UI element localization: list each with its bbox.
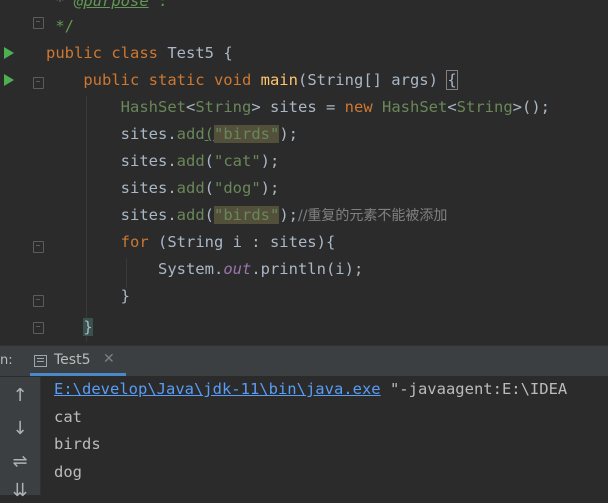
code-text: sites. [120, 152, 177, 170]
console-output-line: dog [54, 463, 82, 481]
code-text: ); [279, 206, 298, 224]
method-name: main [260, 71, 298, 89]
code-text: ( [204, 125, 214, 143]
soft-wrap-icon[interactable]: ⇌ [8, 450, 32, 474]
close-icon[interactable]: ✕ [103, 351, 115, 367]
method-call: add [176, 125, 205, 143]
up-arrow-icon[interactable]: ↑ [8, 384, 32, 408]
code-text: .println(i); [251, 260, 364, 278]
doc-comment-end: */ [46, 17, 74, 35]
string-literal: "cat" [214, 152, 261, 170]
code-text: ( [297, 71, 308, 89]
code-text: System. [157, 260, 224, 278]
code-line[interactable]: */ [0, 13, 74, 40]
method-call: add [176, 206, 205, 224]
code-text: ( [204, 152, 214, 170]
keyword: new [344, 98, 373, 116]
method-call: add [176, 179, 205, 197]
doc-comment: : [148, 0, 168, 10]
code-text: ( [204, 206, 214, 224]
brace-match: { [446, 70, 458, 90]
console-icon [34, 355, 47, 367]
type-name: String [307, 71, 364, 89]
console-output-line: birds [54, 435, 101, 453]
console-command-line: E:\develop\Java\jdk-11\bin\java.exe "-ja… [54, 380, 567, 398]
closing-brace: } [83, 318, 93, 336]
code-text: ); [260, 179, 280, 197]
code-text: ); [260, 152, 280, 170]
method-call: add [176, 152, 205, 170]
closing-brace: } [120, 287, 130, 305]
code-line[interactable]: sites.add("dog"); [0, 175, 280, 202]
string-literal: "birds" [214, 206, 280, 224]
type-name: HashSet [382, 98, 448, 116]
run-tab-test5[interactable]: Test5 ✕ [30, 346, 126, 376]
code-line[interactable]: public static void main(String[] args) { [0, 67, 458, 94]
code-text: ( [204, 179, 214, 197]
code-text: [] args) [363, 71, 448, 89]
code-text: sites. [120, 179, 177, 197]
type-name: String [195, 98, 252, 116]
code-text: sites. [120, 125, 177, 143]
line-comment: //重复的元素不能被添加 [298, 208, 448, 224]
code-text: sites. [120, 206, 177, 224]
down-arrow-icon[interactable]: ↓ [8, 417, 32, 441]
code-line[interactable]: sites.add("cat"); [0, 148, 280, 175]
code-text: < [185, 98, 196, 116]
run-side-toolbar: ↑ ↓ ⇌ ⇊ [0, 377, 41, 501]
command-args: "-javaagent:E:\IDEA [380, 380, 568, 398]
code-editor[interactable]: * @purpose : */ public class Test5 { pub… [0, 0, 608, 345]
run-tab-label: Test5 [54, 352, 91, 368]
code-line[interactable]: sites.add("birds");//重复的元素不能被添加 [0, 202, 447, 229]
string-literal: "birds" [214, 125, 280, 143]
console-output-line: cat [54, 408, 82, 426]
code-text: { [214, 44, 233, 62]
code-line[interactable]: System.out.println(i); [0, 256, 363, 283]
code-text: (String i : sites){ [148, 233, 336, 251]
code-text: >(); [512, 98, 550, 116]
class-name: Test5 [167, 44, 214, 62]
keyword: for [120, 233, 149, 251]
type-name: HashSet [120, 98, 186, 116]
code-text: > sites = [251, 98, 345, 116]
java-exe-link[interactable]: E:\develop\Java\jdk-11\bin\java.exe [54, 380, 381, 398]
keyword: public static void [83, 71, 261, 89]
run-label: n: [0, 353, 13, 368]
code-text: ); [279, 125, 298, 143]
code-line[interactable]: public class Test5 { [0, 40, 233, 67]
code-line[interactable]: HashSet<String> sites = new HashSet<Stri… [0, 94, 550, 121]
code-text: < [447, 98, 457, 116]
code-line[interactable]: } [0, 314, 93, 341]
code-line[interactable]: for (String i : sites){ [0, 229, 336, 256]
static-field: out [223, 260, 252, 278]
active-tab-indicator [30, 373, 126, 376]
code-line[interactable]: } [0, 283, 130, 310]
code-line[interactable]: sites.add("birds"); [0, 121, 298, 148]
doc-comment: * [46, 0, 74, 10]
keyword: public class [46, 44, 168, 62]
type-name: String [456, 98, 513, 116]
doc-tag: @purpose [74, 0, 149, 10]
scroll-to-end-icon[interactable]: ⇊ [8, 479, 32, 503]
string-literal: "dog" [214, 179, 261, 197]
console-output[interactable]: E:\develop\Java\jdk-11\bin\java.exe "-ja… [0, 377, 608, 495]
